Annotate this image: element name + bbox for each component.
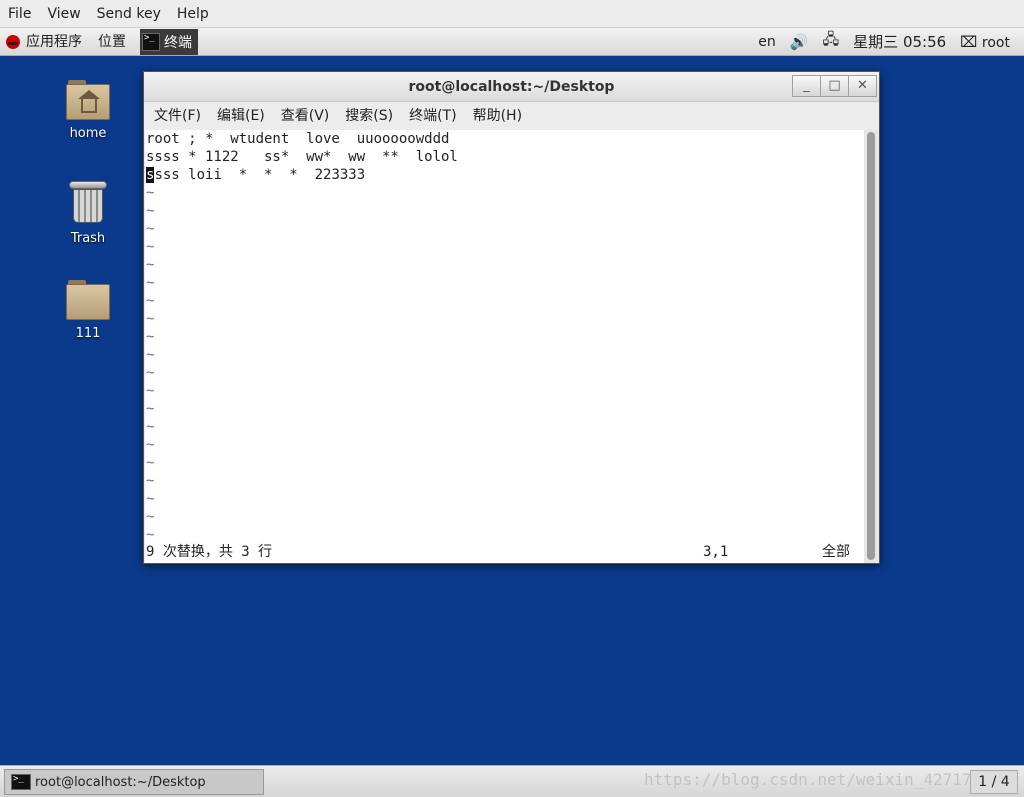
vim-empty-line: ~ xyxy=(146,221,155,237)
vim-empty-line: ~ xyxy=(146,473,155,489)
terminal-menu-search[interactable]: 搜索(S) xyxy=(337,102,401,130)
vim-statusline: 9 次替换，共 3 行 3,1 全部 xyxy=(146,543,858,561)
vim-empty-line: ~ xyxy=(146,455,155,471)
desktop-icon-label: 111 xyxy=(75,326,101,341)
vim-empty-line: ~ xyxy=(146,203,155,219)
window-title: root@localhost:~/Desktop xyxy=(408,79,615,95)
terminal-menu-edit[interactable]: 编辑(E) xyxy=(209,102,273,130)
vim-empty-line: ~ xyxy=(146,509,155,525)
home-folder-icon xyxy=(66,80,110,120)
user-name: root xyxy=(981,34,1010,51)
scroll-position: 全部 xyxy=(822,544,850,560)
desktop-icon-label: Trash xyxy=(70,231,106,246)
terminal-menu-file[interactable]: 文件(F) xyxy=(146,102,209,130)
vim-empty-line: ~ xyxy=(146,329,155,345)
places-menu[interactable]: 位置 xyxy=(98,28,134,56)
vim-empty-line: ~ xyxy=(146,185,155,201)
vim-empty-line: ~ xyxy=(146,419,155,435)
vim-empty-line: ~ xyxy=(146,365,155,381)
minimize-button[interactable]: _ xyxy=(792,75,821,97)
user-icon: ⌧ xyxy=(960,32,978,51)
text-line: ssss * 1122 ss* ww* ww ** lolol xyxy=(146,149,458,165)
vim-empty-line: ~ xyxy=(146,257,155,273)
redhat-logo-icon xyxy=(6,34,20,49)
terminal-icon xyxy=(142,32,160,51)
terminal-text-area[interactable]: root ; * wtudent love uuooooowddd ssss *… xyxy=(145,130,865,563)
applications-menu[interactable]: 应用程序 xyxy=(26,28,90,56)
text-line-cursor: ssss loii * * * 223333 xyxy=(146,166,865,184)
watermark: https://blog.csdn.net/weixin_42717928 xyxy=(644,770,1001,789)
terminal-window[interactable]: root@localhost:~/Desktop _ □ ✕ 文件(F) 编辑(… xyxy=(143,71,880,564)
terminal-menubar: 文件(F) 编辑(E) 查看(V) 搜索(S) 终端(T) 帮助(H) xyxy=(144,102,879,130)
text-line-rest: sss loii * * * 223333 xyxy=(154,167,366,183)
status-message: 9 次替换，共 3 行 xyxy=(146,544,273,560)
vim-empty-line: ~ xyxy=(146,239,155,255)
vim-empty-line: ~ xyxy=(146,275,155,291)
maximize-button[interactable]: □ xyxy=(820,75,849,97)
desktop-icon-home[interactable]: home xyxy=(43,80,133,141)
speaker-icon[interactable]: 🔊 xyxy=(790,33,809,51)
cursor-position: 3,1 xyxy=(703,544,729,560)
close-button[interactable]: ✕ xyxy=(848,75,877,97)
vim-empty-line: ~ xyxy=(146,311,155,327)
menu-view[interactable]: View xyxy=(39,0,88,28)
scrollbar-thumb[interactable] xyxy=(867,132,875,560)
menu-send-key[interactable]: Send key xyxy=(89,0,169,28)
taskbar-window-button[interactable]: root@localhost:~/Desktop xyxy=(4,769,264,795)
terminal-task-label: 终端 xyxy=(164,34,192,51)
vim-empty-line: ~ xyxy=(146,383,155,399)
vim-empty-line: ~ xyxy=(146,491,155,507)
vim-empty-line: ~ xyxy=(146,527,155,543)
clock[interactable]: 星期三 05:56 xyxy=(853,31,946,52)
trash-icon xyxy=(69,181,107,225)
input-method-indicator[interactable]: en xyxy=(758,34,776,50)
window-titlebar[interactable]: root@localhost:~/Desktop _ □ ✕ xyxy=(144,72,879,102)
terminal-icon xyxy=(11,774,31,790)
network-icon[interactable]: 🖧 xyxy=(822,29,839,54)
workspace-switcher[interactable]: 1 / 4 xyxy=(970,770,1018,794)
terminal-menu-help[interactable]: 帮助(H) xyxy=(465,102,530,130)
vim-empty-line: ~ xyxy=(146,347,155,363)
terminal-menu-view[interactable]: 查看(V) xyxy=(273,102,338,130)
bottom-panel: root@localhost:~/Desktop https://blog.cs… xyxy=(0,765,1024,797)
taskbar-window-title: root@localhost:~/Desktop xyxy=(35,774,206,790)
menu-file[interactable]: File xyxy=(0,0,39,28)
vim-empty-line: ~ xyxy=(146,401,155,417)
desktop-icon-label: home xyxy=(69,126,107,141)
folder-icon xyxy=(66,280,110,320)
desktop-icon-111[interactable]: 111 xyxy=(43,280,133,341)
vim-empty-line: ~ xyxy=(146,437,155,453)
desktop-icon-trash[interactable]: Trash xyxy=(43,181,133,246)
user-menu[interactable]: ⌧ root xyxy=(960,33,1010,51)
text-line: root ; * wtudent love uuooooowddd xyxy=(146,131,450,147)
vim-empty-line: ~ xyxy=(146,293,155,309)
terminal-menu-terminal[interactable]: 终端(T) xyxy=(401,102,464,130)
menu-help[interactable]: Help xyxy=(169,0,217,28)
vm-menubar: File View Send key Help xyxy=(0,0,1024,28)
terminal-task-button[interactable]: 终端 xyxy=(140,28,198,55)
terminal-scrollbar[interactable] xyxy=(864,130,878,563)
top-panel: 应用程序 位置 终端 en 🔊 🖧 星期三 05:56 ⌧ root xyxy=(0,28,1024,56)
